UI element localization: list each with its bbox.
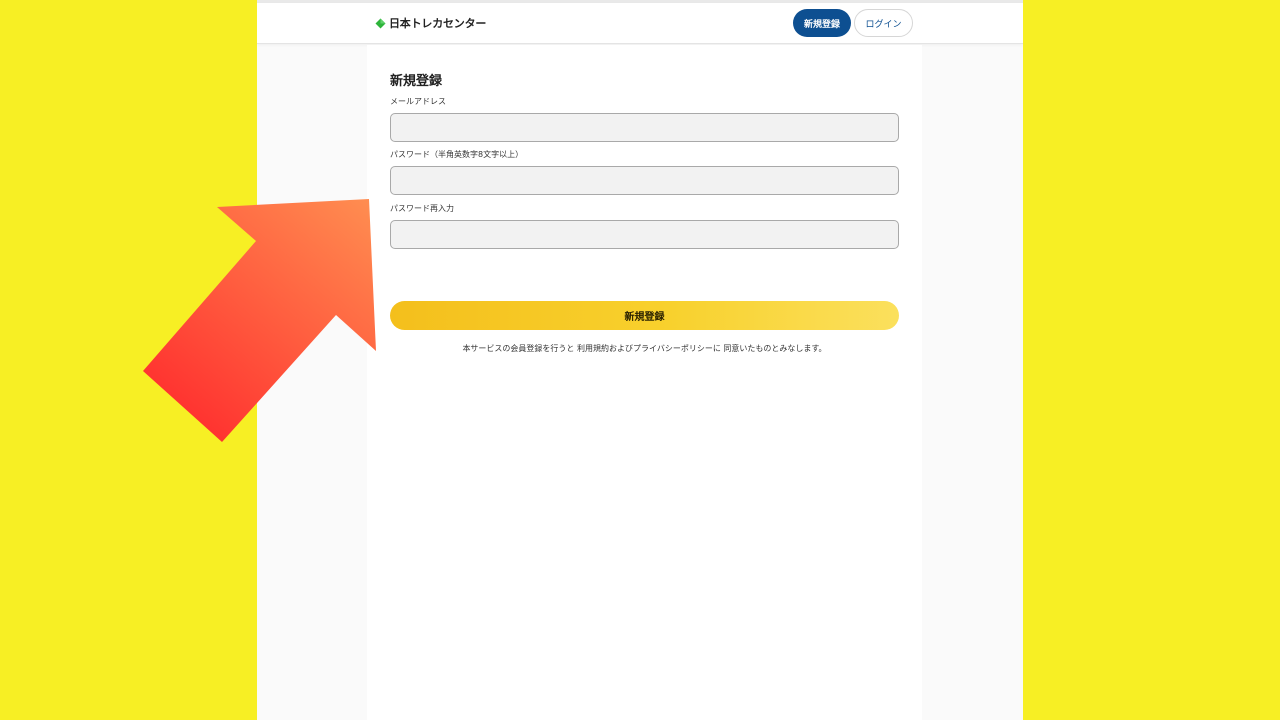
arrow-shape bbox=[143, 199, 376, 442]
pointing-arrow-icon bbox=[143, 199, 376, 442]
screenshot-stage: 日本トレカセンター 新規登録 ログイン 新規登録 メールアドレス パスワード（半… bbox=[0, 0, 1280, 720]
